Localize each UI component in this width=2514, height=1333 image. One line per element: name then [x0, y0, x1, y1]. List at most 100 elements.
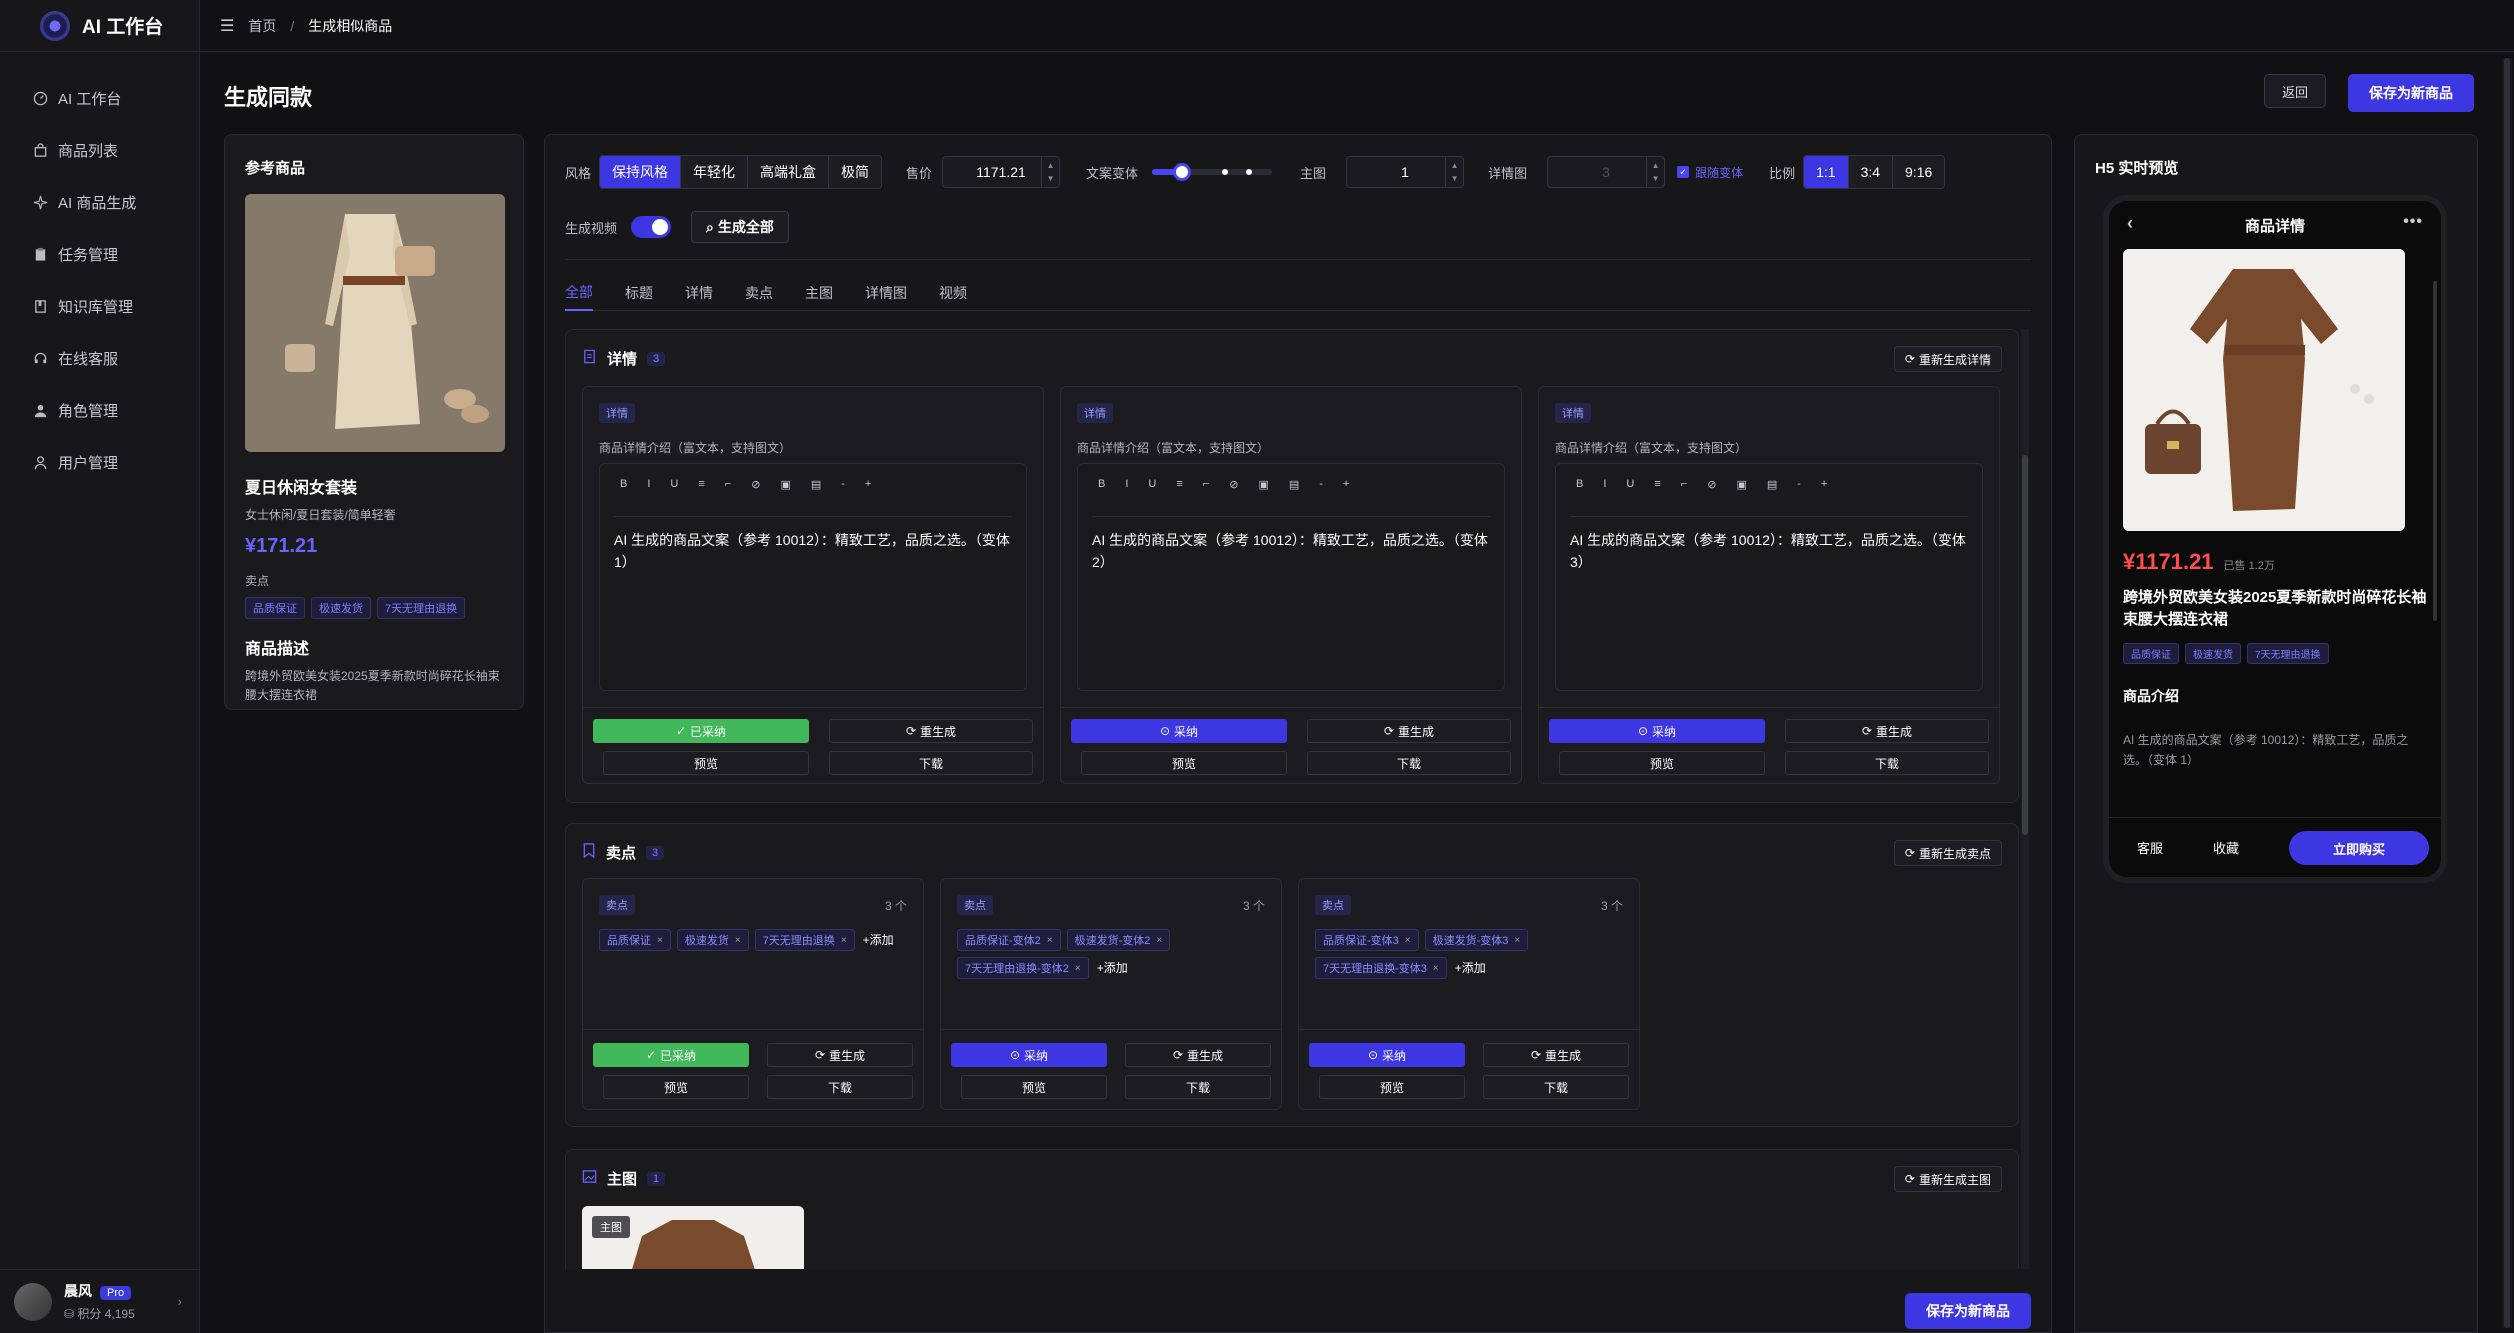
menu-icon[interactable]: ☰: [220, 16, 234, 36]
ratio-option-1-1[interactable]: 1:1: [1804, 156, 1849, 188]
detail-image-count-input[interactable]: 3 ▲ ▼: [1547, 156, 1666, 188]
ratio-option-9-16[interactable]: 9:16: [1893, 156, 1945, 188]
page-scrollbar-thumb[interactable]: [2504, 58, 2510, 1328]
regenerate-selling-button[interactable]: ⟳ 重新生成卖点: [1893, 840, 2002, 866]
chevron-up-icon[interactable]: ▲: [1047, 159, 1055, 172]
style-option-young[interactable]: 年轻化: [681, 156, 749, 188]
close-icon[interactable]: ×: [657, 935, 663, 946]
favorite-button[interactable]: 收藏: [2213, 838, 2239, 857]
preview-button[interactable]: 预览: [603, 751, 809, 775]
toolbar-tool[interactable]: ⊘: [1707, 478, 1716, 491]
page-scrollbar[interactable]: [2502, 58, 2512, 1328]
sidebar-item-workbench[interactable]: AI 工作台: [0, 72, 199, 124]
sidebar-item-knowledge[interactable]: 知识库管理: [0, 280, 199, 332]
content-scrollbar[interactable]: [2021, 329, 2029, 1269]
toolbar-tool[interactable]: ⌐: [1203, 478, 1209, 490]
toolbar-tool[interactable]: +: [1821, 478, 1827, 490]
adopt-button[interactable]: ⊙ 采纳: [1309, 1043, 1465, 1067]
toolbar-tool[interactable]: ▣: [1736, 478, 1746, 491]
style-option-minimal[interactable]: 极简: [829, 156, 882, 188]
detail-image-stepper[interactable]: ▲ ▼: [1646, 157, 1664, 187]
tab-main-image[interactable]: 主图: [805, 275, 833, 311]
toolbar-tool[interactable]: -: [1319, 478, 1323, 490]
rich-text-editor[interactable]: B I U ≡ ⌐ ⊘ ▣ ▤ - + AI 生成的商品文案（参考 10012）：精致工艺，品质之选…: [599, 463, 1027, 691]
sidebar-item-roles[interactable]: 角色管理: [0, 384, 199, 436]
adopt-button[interactable]: ✓ 已采纳: [593, 719, 809, 743]
toolbar-tool[interactable]: ▤: [1767, 478, 1777, 491]
chevron-down-icon[interactable]: ▼: [1047, 172, 1055, 185]
toolbar-tool[interactable]: -: [841, 478, 845, 490]
close-icon[interactable]: ×: [1405, 935, 1411, 946]
more-icon[interactable]: •••: [2403, 213, 2423, 231]
toolbar-tool[interactable]: I: [1125, 478, 1128, 490]
save-new-product-button[interactable]: 保存为新商品: [2348, 74, 2474, 112]
chevron-up-icon[interactable]: ▲: [1652, 159, 1660, 172]
toolbar-tool[interactable]: B: [1576, 478, 1583, 490]
download-button[interactable]: 下载: [1785, 751, 1989, 775]
toolbar-tool[interactable]: ≡: [698, 478, 704, 490]
toolbar-tool[interactable]: ▤: [811, 478, 821, 491]
style-option-keep[interactable]: 保持风格: [600, 156, 682, 188]
regenerate-button[interactable]: ⟳ 重生成: [1125, 1043, 1271, 1067]
download-button[interactable]: 下载: [1307, 751, 1511, 775]
follow-variant-checkbox[interactable]: ✓ 跟随变体: [1677, 164, 1743, 181]
toolbar-tool[interactable]: ⊘: [751, 478, 760, 491]
toolbar-tool[interactable]: ▣: [780, 478, 790, 491]
toolbar-tool[interactable]: ≡: [1654, 478, 1660, 490]
toolbar-tool[interactable]: +: [1343, 478, 1349, 490]
sidebar-item-support[interactable]: 在线客服: [0, 332, 199, 384]
preview-button[interactable]: 预览: [1319, 1075, 1465, 1099]
generate-all-button[interactable]: ⌕ 生成全部: [691, 211, 789, 243]
toolbar-tool[interactable]: ⌐: [725, 478, 731, 490]
adopt-button[interactable]: ✓ 已采纳: [593, 1043, 749, 1067]
adopt-button[interactable]: ⊙ 采纳: [1549, 719, 1765, 743]
save-new-product-bottom-button[interactable]: 保存为新商品: [1905, 1293, 2031, 1329]
main-image-count-input[interactable]: 1 ▲ ▼: [1346, 156, 1465, 188]
service-button[interactable]: 客服: [2137, 838, 2163, 857]
rich-text-editor[interactable]: B I U ≡ ⌐ ⊘ ▣ ▤ - + AI 生成的商品文案（参考 10012）：精致工艺，品质之选…: [1555, 463, 1983, 691]
close-icon[interactable]: ×: [1075, 963, 1081, 974]
video-toggle[interactable]: [631, 216, 672, 238]
toolbar-tool[interactable]: B: [1098, 478, 1105, 490]
chevron-down-icon[interactable]: ▼: [1652, 172, 1660, 185]
close-icon[interactable]: ×: [735, 935, 741, 946]
content-scroll-area[interactable]: 详情 3 ⟳ 重新生成详情 详情 商品详情介绍（富文本，支持图文） B I U ≡ ⌐ ⊘ ▣ ▤ - + AI…: [565, 329, 2031, 1269]
preview-button[interactable]: 预览: [603, 1075, 749, 1099]
back-arrow-icon[interactable]: ‹: [2127, 213, 2133, 234]
user-profile[interactable]: 晨风 Pro ⛁ 积分 4,195 ›: [0, 1269, 200, 1333]
add-tag-button[interactable]: +添加: [1097, 959, 1128, 976]
chevron-down-icon[interactable]: ▼: [1451, 172, 1459, 185]
close-icon[interactable]: ×: [1047, 935, 1053, 946]
editor-content[interactable]: AI 生成的商品文案（参考 10012）：精致工艺，品质之选。（变体 3）: [1570, 516, 1968, 573]
toolbar-tool[interactable]: B: [620, 478, 627, 490]
regenerate-button[interactable]: ⟳ 重生成: [767, 1043, 913, 1067]
toolbar-tool[interactable]: +: [865, 478, 871, 490]
main-image-stepper[interactable]: ▲ ▼: [1445, 157, 1463, 187]
ratio-option-3-4[interactable]: 3:4: [1848, 156, 1894, 188]
editor-content[interactable]: AI 生成的商品文案（参考 10012）：精致工艺，品质之选。（变体 2）: [1092, 516, 1490, 573]
regenerate-detail-button[interactable]: ⟳ 重新生成详情: [1893, 346, 2002, 372]
toolbar-tool[interactable]: ⊘: [1229, 478, 1238, 491]
preview-button[interactable]: 预览: [1559, 751, 1765, 775]
chevron-up-icon[interactable]: ▲: [1451, 159, 1459, 172]
download-button[interactable]: 下载: [1483, 1075, 1629, 1099]
editor-content[interactable]: AI 生成的商品文案（参考 10012）：精致工艺，品质之选。（变体 1）: [614, 516, 1012, 573]
toolbar-tool[interactable]: I: [1603, 478, 1606, 490]
tab-selling[interactable]: 卖点: [745, 275, 773, 311]
regenerate-button[interactable]: ⟳ 重生成: [829, 719, 1033, 743]
tab-title[interactable]: 标题: [625, 275, 653, 311]
sidebar-item-users[interactable]: 用户管理: [0, 436, 199, 488]
toolbar-tool[interactable]: ≡: [1176, 478, 1182, 490]
toolbar-tool[interactable]: ⌐: [1681, 478, 1687, 490]
regenerate-button[interactable]: ⟳ 重生成: [1483, 1043, 1629, 1067]
sidebar-item-tasks[interactable]: 任务管理: [0, 228, 199, 280]
close-icon[interactable]: ×: [1514, 935, 1520, 946]
price-input[interactable]: 1171.21 ▲ ▼: [942, 156, 1061, 188]
download-button[interactable]: 下载: [1125, 1075, 1271, 1099]
rich-text-editor[interactable]: B I U ≡ ⌐ ⊘ ▣ ▤ - + AI 生成的商品文案（参考 10012）：精致工艺，品质之选…: [1077, 463, 1505, 691]
toolbar-tool[interactable]: ▣: [1258, 478, 1268, 491]
add-tag-button[interactable]: +添加: [863, 931, 894, 948]
adopt-button[interactable]: ⊙ 采纳: [951, 1043, 1107, 1067]
close-icon[interactable]: ×: [1433, 963, 1439, 974]
sidebar-item-products[interactable]: 商品列表: [0, 124, 199, 176]
